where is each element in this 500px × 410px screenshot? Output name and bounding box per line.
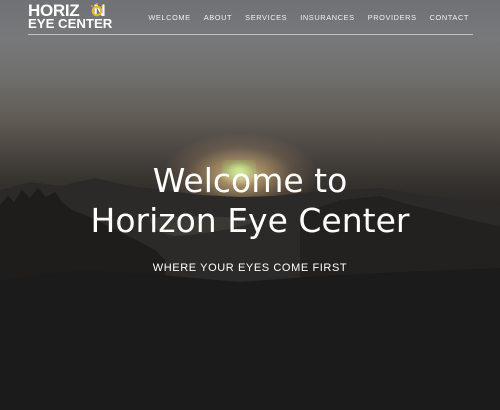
nav-contact[interactable]: CONTACT (430, 13, 469, 22)
nav-welcome[interactable]: WELCOME (148, 13, 190, 22)
nav-services[interactable]: SERVICES (245, 13, 287, 22)
logo[interactable]: HORIZ N EYE CENTER (28, 2, 118, 32)
hero-headline-line1: Welcome to (152, 161, 348, 200)
header-divider (28, 34, 473, 35)
sun-icon (90, 3, 104, 17)
logo-wordmark-bottom: EYE CENTER (28, 16, 113, 31)
main-nav: WELCOME ABOUT SERVICES INSURANCES PROVID… (135, 13, 469, 22)
nav-insurances[interactable]: INSURANCES (300, 13, 354, 22)
nav-providers[interactable]: PROVIDERS (368, 13, 417, 22)
nav-about[interactable]: ABOUT (204, 13, 232, 22)
hero-tagline: WHERE YOUR EYES COME FIRST (152, 262, 348, 274)
hero-headline-line2: Horizon Eye Center (90, 201, 410, 240)
hero-headline: Welcome to Horizon Eye Center (0, 161, 500, 241)
